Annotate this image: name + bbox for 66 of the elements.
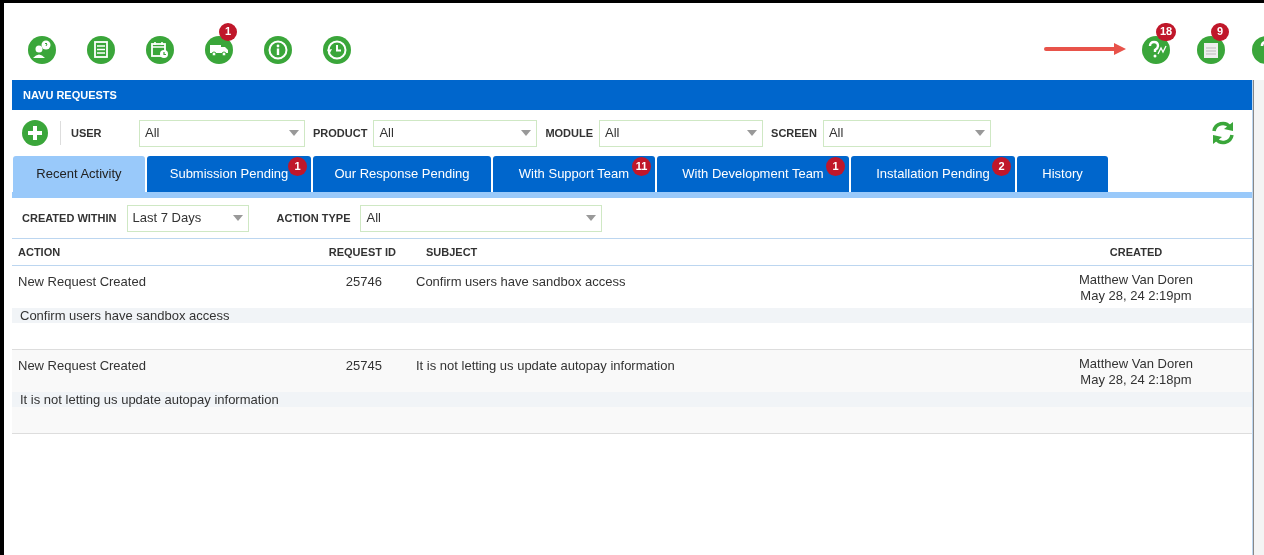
column-header: SUBJECT <box>425 244 479 260</box>
refresh-icon[interactable] <box>1210 121 1236 145</box>
column-header: ACTION <box>17 244 62 260</box>
table-cell: May 28, 24 2:18pm <box>1080 372 1192 388</box>
arrow-icon <box>1044 42 1126 55</box>
question-icon[interactable] <box>1142 35 1170 64</box>
tab[interactable]: Submission Pending 1 <box>147 156 311 192</box>
column-header: CREATED <box>1108 244 1164 260</box>
count-badge: 2 <box>992 157 1011 176</box>
checklist-icon[interactable] <box>87 35 115 64</box>
caret-icon <box>747 130 758 136</box>
select-field[interactable]: All <box>360 204 603 232</box>
tab[interactable]: Installation Pending 2 <box>851 156 1015 192</box>
dropdown-value: All <box>605 124 620 143</box>
table-cell-text: New Request Created <box>17 273 147 291</box>
column-header: REQUEST ID <box>327 244 396 260</box>
tab[interactable]: With Support Team 11 <box>493 156 655 192</box>
tab[interactable]: Recent Activity <box>13 156 145 192</box>
filter-label: PRODUCT <box>313 125 368 141</box>
tab[interactable]: History <box>1017 156 1108 192</box>
table-cell-text: 25745 <box>344 357 382 375</box>
select-field[interactable]: All <box>139 119 305 147</box>
dropdown-value: All <box>828 124 844 143</box>
filter-label: SCREEN <box>771 125 817 141</box>
count-badge: 1 <box>826 157 845 176</box>
panel-title: NAVU REQUESTS <box>12 80 1252 110</box>
add-icon[interactable] <box>22 120 48 146</box>
info-icon[interactable] <box>264 35 292 64</box>
table-cell-text: 25746 <box>344 273 382 291</box>
table-cell-text: It is not letting us update autopay information <box>415 357 676 375</box>
document-icon[interactable] <box>1197 35 1225 64</box>
caret-icon <box>586 215 597 221</box>
table-cell: Matthew Van Doren <box>1079 272 1193 288</box>
filter-label: CREATED WITHIN <box>22 210 117 226</box>
table-cell-text: Confirm users have sandbox access <box>19 308 230 323</box>
filter-label: MODULE <box>545 125 594 141</box>
caret-icon <box>974 130 985 136</box>
calendar-clock-icon[interactable] <box>146 35 174 64</box>
person-question-icon[interactable] <box>28 35 56 64</box>
history-icon[interactable] <box>323 35 351 64</box>
select-field[interactable]: All <box>822 119 991 147</box>
filter-label: ACTION TYPE <box>276 210 351 226</box>
table-cell-text: It is not letting us update autopay information <box>19 392 279 407</box>
caret-icon <box>289 130 299 136</box>
count-badge: 11 <box>632 157 651 176</box>
caret-icon <box>521 130 532 136</box>
select-field[interactable]: Last 7 Days <box>126 204 249 232</box>
count-badge: 1 <box>288 157 307 176</box>
truck-icon[interactable] <box>205 35 233 64</box>
count-badge: 18 <box>1156 22 1177 41</box>
dropdown-value: All <box>379 124 394 143</box>
count-badge: 1 <box>219 22 237 41</box>
count-badge: 9 <box>1211 22 1229 41</box>
caret-icon <box>232 215 243 221</box>
filter-label: USER <box>71 125 103 141</box>
select-field[interactable]: All <box>599 119 764 147</box>
table-cell: Matthew Van Doren <box>1079 356 1193 372</box>
dropdown-value: All <box>366 209 381 228</box>
table-cell-text: New Request Created <box>17 357 147 375</box>
dropdown-value: All <box>145 124 160 143</box>
table-cell-text: Confirm users have sandbox access <box>415 273 627 291</box>
tab[interactable]: With Development Team 1 <box>657 156 849 192</box>
tab[interactable]: Our Response Pending <box>313 156 491 192</box>
dropdown-value: Last 7 Days <box>132 209 202 228</box>
select-field[interactable]: All <box>373 119 538 147</box>
table-cell: May 28, 24 2:19pm <box>1080 288 1192 304</box>
